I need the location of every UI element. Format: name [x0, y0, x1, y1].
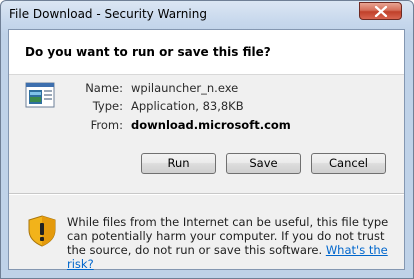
- close-icon: [374, 6, 388, 17]
- dialog-question: Do you want to run or save this file?: [25, 45, 271, 59]
- application-file-icon: [25, 82, 55, 108]
- name-value: wpilauncher_n.exe: [131, 81, 239, 95]
- divider: [9, 193, 404, 195]
- type-value: Application, 83,8KB: [131, 99, 244, 113]
- dialog-window: File Download - Security Warning Do you …: [0, 0, 414, 279]
- from-label: From:: [90, 118, 123, 132]
- type-label: Type:: [92, 99, 123, 113]
- security-warning-text: While files from the Internet can be use…: [67, 215, 397, 271]
- run-button[interactable]: Run: [141, 153, 216, 174]
- header-band: Do you want to run or save this file?: [9, 30, 404, 75]
- close-button[interactable]: [359, 2, 402, 20]
- dialog-body: Do you want to run or save this file? Na…: [8, 29, 405, 271]
- name-label: Name:: [85, 81, 123, 95]
- window-title: File Download - Security Warning: [9, 7, 207, 21]
- security-shield-warning-icon: [28, 215, 56, 247]
- cancel-button[interactable]: Cancel: [311, 153, 386, 174]
- save-button[interactable]: Save: [226, 153, 301, 174]
- from-value: download.microsoft.com: [131, 118, 291, 132]
- title-bar[interactable]: File Download - Security Warning: [1, 1, 413, 29]
